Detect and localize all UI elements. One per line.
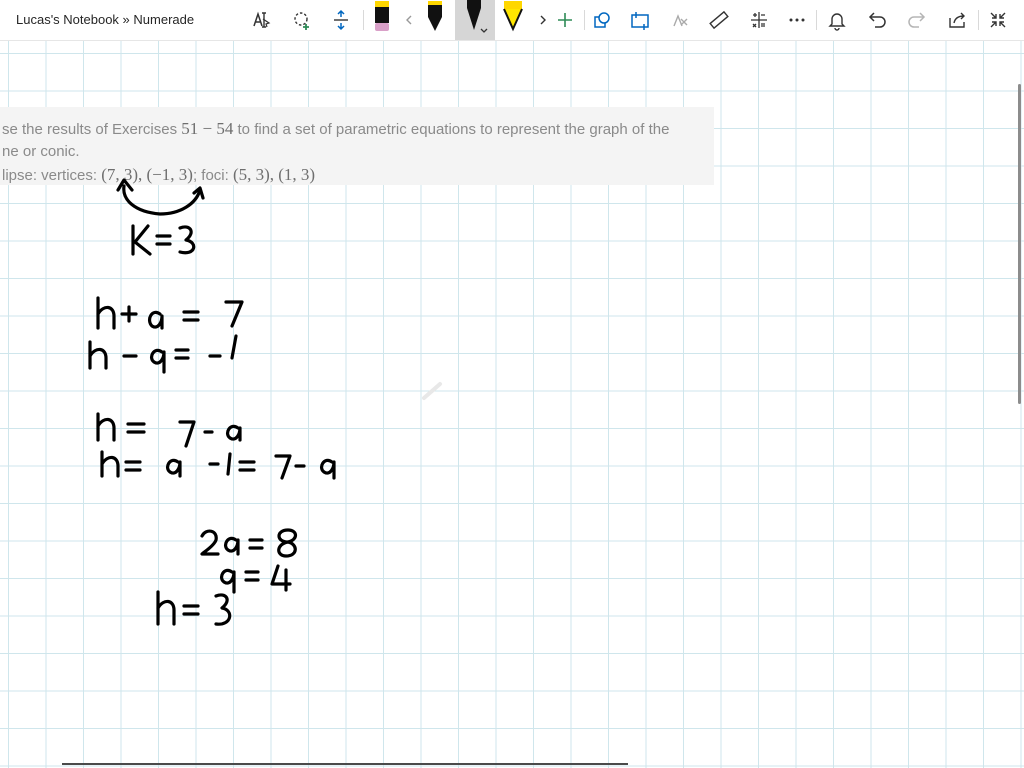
ink-to-text-icon[interactable] — [625, 5, 655, 35]
toolbar: Lucas's Notebook » Numerade — [0, 0, 1024, 41]
ink-to-math-icon[interactable] — [665, 5, 695, 35]
page-bottom-line — [62, 763, 628, 765]
ruler-icon[interactable] — [704, 5, 734, 35]
share-icon[interactable] — [942, 5, 972, 35]
problem-line-1-start: se the results of Exercises — [2, 121, 182, 138]
vertical-scrollbar[interactable] — [1018, 84, 1021, 404]
problem-line-1: se the results of Exercises 51 − 54 to f… — [2, 119, 669, 139]
add-space-icon[interactable] — [326, 5, 356, 35]
problem-line-3-start: lipse: vertices: — [2, 167, 102, 184]
problem-text-block: se the results of Exercises 51 − 54 to f… — [0, 107, 714, 185]
problem-line-1-end: to find a set of parametric equations to… — [233, 121, 670, 138]
yellow-highlighter-icon[interactable] — [498, 0, 528, 34]
problem-line-2: ne or conic. — [2, 143, 80, 160]
problem-line-3: lipse: vertices: (7, 3), (−1, 3); foci: … — [2, 165, 315, 185]
undo-icon[interactable] — [862, 5, 892, 35]
lasso-select-icon[interactable] — [287, 5, 317, 35]
black-pen-icon[interactable] — [420, 0, 450, 34]
text-select-icon[interactable] — [247, 5, 277, 35]
redo-icon[interactable] — [902, 5, 932, 35]
pink-highlighter-icon[interactable] — [367, 0, 397, 34]
bell-icon[interactable] — [822, 5, 852, 35]
more-icon[interactable] — [782, 5, 812, 35]
vertices-math: (7, 3), (−1, 3) — [101, 165, 193, 184]
math-icon[interactable] — [744, 5, 774, 35]
ink-to-shape-icon[interactable] — [587, 5, 617, 35]
add-pen-icon[interactable] — [550, 5, 580, 35]
fullscreen-icon[interactable] — [983, 5, 1013, 35]
black-marker-icon[interactable] — [460, 0, 490, 40]
foci-math: (5, 3), (1, 3) — [232, 165, 316, 184]
problem-line-1-math: 51 − 54 — [181, 119, 234, 138]
problem-line-3-mid: ; foci: — [192, 167, 233, 184]
window-title: Lucas's Notebook » Numerade — [16, 12, 195, 27]
